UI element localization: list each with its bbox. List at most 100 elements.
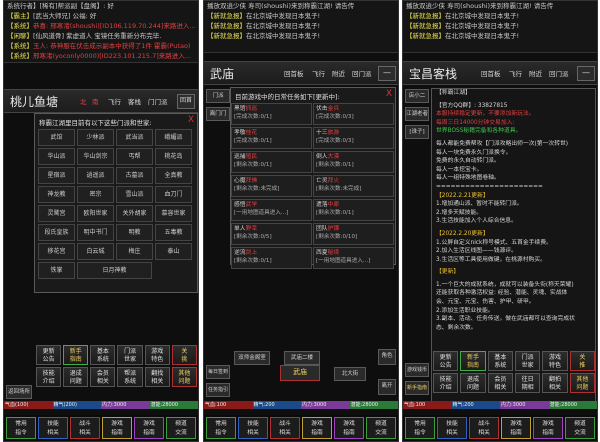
bottom-tab[interactable]: 常用 指令 <box>405 417 435 439</box>
sect-item[interactable]: 桃花岛 <box>155 148 192 165</box>
leave-button[interactable]: 离开 <box>378 379 396 395</box>
task-item[interactable]: 西夏秘境 [一用地图道具进入...] <box>313 247 394 269</box>
bottom-tab[interactable]: 游戏 指南 <box>533 417 563 439</box>
sect-item[interactable]: 丐帮 <box>116 148 153 165</box>
bottom-tab[interactable]: 频道 交流 <box>366 417 396 439</box>
nav-sect[interactable]: 回门派 <box>352 68 372 78</box>
sect-item[interactable]: 梅庄 <box>116 243 153 260</box>
bottom-tab[interactable]: 游戏 指南 <box>134 417 164 439</box>
menu-button[interactable]: — <box>577 66 595 81</box>
sect-item[interactable]: 五毒教 <box>155 224 192 241</box>
sect-item[interactable]: 密宗 <box>77 186 114 203</box>
close-icon[interactable]: X <box>188 115 194 125</box>
menu-button[interactable]: 更新 公告 <box>433 351 459 371</box>
menu-button[interactable]: 技能 介绍 <box>36 367 62 387</box>
nav-sect[interactable]: 回门派 <box>549 68 569 78</box>
menu-button[interactable]: 关推 <box>569 351 595 371</box>
menu-button[interactable]: 新手 指南 <box>460 351 486 371</box>
nav-north[interactable]: 北 <box>80 96 87 106</box>
sect-item[interactable]: 欧阳世家 <box>77 205 114 222</box>
sect-item[interactable]: 移花宫 <box>38 243 75 260</box>
sect-item[interactable]: 泰山 <box>155 243 192 260</box>
bottom-tab[interactable]: 频道 交流 <box>166 417 196 439</box>
menu-button[interactable]: 门派 世家 <box>515 351 541 371</box>
nav-fly[interactable]: 飞行 <box>509 68 522 78</box>
sect-item[interactable]: 华山派 <box>38 148 75 165</box>
game-currency-button[interactable]: 游戏钱币 <box>405 363 429 377</box>
center-place-button[interactable]: 武庙 <box>280 365 320 381</box>
menu-button[interactable]: 退成 问题 <box>63 367 89 387</box>
menu-button[interactable]: 其他 问题 <box>171 367 197 387</box>
sect-item[interactable]: 灵鹫宫 <box>38 205 75 222</box>
task-guide-button[interactable]: 任务指引 <box>206 383 230 397</box>
menu-button[interactable]: 往日 期相 <box>515 373 541 393</box>
nav-nearby[interactable]: 附近 <box>529 68 542 78</box>
task-item[interactable]: 十三旅游 [完成次数:0/3] <box>313 127 394 149</box>
sect-item[interactable]: 白云城 <box>77 243 114 260</box>
sect-item[interactable]: 段氏皇族 <box>38 224 75 241</box>
bottom-tab[interactable]: 技能 相关 <box>238 417 268 439</box>
bottom-tab[interactable]: 技能 相关 <box>38 417 68 439</box>
sect-item[interactable]: 武当派 <box>116 129 153 146</box>
task-item[interactable]: 单人野幸 [剩余次数:0/5] <box>231 223 312 245</box>
bottom-tab[interactable]: 游戏 指南 <box>334 417 364 439</box>
menu-button[interactable]: 新手 指南 <box>63 345 89 365</box>
bottom-tab[interactable]: 战斗 相关 <box>270 417 300 439</box>
task-item[interactable]: 亡灵拜火 [剩余次数:未完成] <box>313 175 394 197</box>
nav-inn[interactable]: 客栈 <box>128 96 141 106</box>
side-sect[interactable]: 门派 <box>206 89 230 103</box>
task-item[interactable]: 倒人大漠 [剩余次数:0/1] <box>313 151 394 173</box>
menu-button[interactable]: 游戏 特色 <box>542 351 568 371</box>
menu-button[interactable]: 基本 系统 <box>487 351 513 371</box>
nav-sect[interactable]: 门门派 <box>148 96 168 106</box>
task-item[interactable]: 孝敬桂花 [完成次数:0/1] <box>231 127 312 149</box>
task-item[interactable]: 黑馆抓巡 [完成次数:0/1] <box>231 103 312 125</box>
daily-checkin-button[interactable]: 每日签到 <box>206 365 230 379</box>
menu-button[interactable]: 关挑 <box>171 345 197 365</box>
nav-nearby[interactable]: 附近 <box>332 68 345 78</box>
side-leave[interactable]: 离门门 <box>206 107 230 121</box>
menu-button[interactable]: 翻找 相关 <box>144 367 170 387</box>
sect-item[interactable]: 逍遥派 <box>77 167 114 184</box>
task-item[interactable]: 逆流剑上 [剩余次数:0/1] <box>231 247 312 269</box>
bottom-tab[interactable]: 游戏 指南 <box>302 417 332 439</box>
task-item[interactable]: 感悟武学 [一用地图道具进入...] <box>231 199 312 221</box>
sect-item[interactable]: 武馆 <box>38 129 75 146</box>
close-icon[interactable]: X <box>386 89 392 99</box>
npc-waiter[interactable]: 店小二 <box>405 89 429 103</box>
nav-fly[interactable]: 飞行 <box>312 68 325 78</box>
menu-button[interactable]: 翻拍 相关 <box>542 373 568 393</box>
place-side-1[interactable]: 双师金阁室 <box>234 351 270 365</box>
role-button[interactable]: 角色 <box>378 349 396 365</box>
task-item[interactable]: 团队护镖 [剩余次数:0/10] <box>313 223 394 245</box>
sect-item[interactable]: 全真教 <box>155 167 192 184</box>
menu-button[interactable]: 其他 问题 <box>569 373 595 393</box>
task-item[interactable]: 伏击金兵 [完成次数:0/3] <box>313 103 394 125</box>
sect-item[interactable]: 铁掌 <box>38 262 75 279</box>
bottom-tab[interactable]: 游戏 指南 <box>501 417 531 439</box>
return-place-button[interactable]: 返回场所 <box>6 385 32 399</box>
nav-fly[interactable]: 飞行 <box>108 96 121 106</box>
sect-item[interactable]: 古墓派 <box>116 167 153 184</box>
sect-item[interactable]: 少林派 <box>77 129 114 146</box>
sect-item[interactable]: 明中书门 <box>77 224 114 241</box>
sect-item[interactable]: 峨嵋派 <box>155 129 192 146</box>
bottom-tab[interactable]: 战斗 相关 <box>469 417 499 439</box>
sect-item[interactable]: 日月神教 <box>77 262 152 279</box>
menu-button[interactable]: 游戏 特色 <box>144 345 170 365</box>
novice-guide-button[interactable]: 新手指南 <box>405 381 429 395</box>
menu-button[interactable]: — <box>378 66 396 81</box>
task-item[interactable]: 心魔拜佛 [剩余次数:未完成] <box>231 175 312 197</box>
bottom-tab[interactable]: 技能 相关 <box>437 417 467 439</box>
bottom-tab[interactable]: 频道 交流 <box>565 417 595 439</box>
sect-item[interactable]: 华山剑宗 <box>77 148 114 165</box>
sect-item[interactable]: 神龙教 <box>38 186 75 203</box>
nav-back[interactable]: 回首板 <box>481 68 501 78</box>
menu-button[interactable]: 门派 世家 <box>117 345 143 365</box>
menu-button[interactable]: 帮派 系统 <box>117 367 143 387</box>
npc-old-man[interactable]: 江湖老者 <box>405 107 429 121</box>
sect-item[interactable]: 明教 <box>116 224 153 241</box>
place-side-3[interactable]: 北大街 <box>334 367 366 381</box>
nav-south[interactable]: 南 <box>92 96 99 106</box>
menu-button[interactable]: 会员 相关 <box>487 373 513 393</box>
